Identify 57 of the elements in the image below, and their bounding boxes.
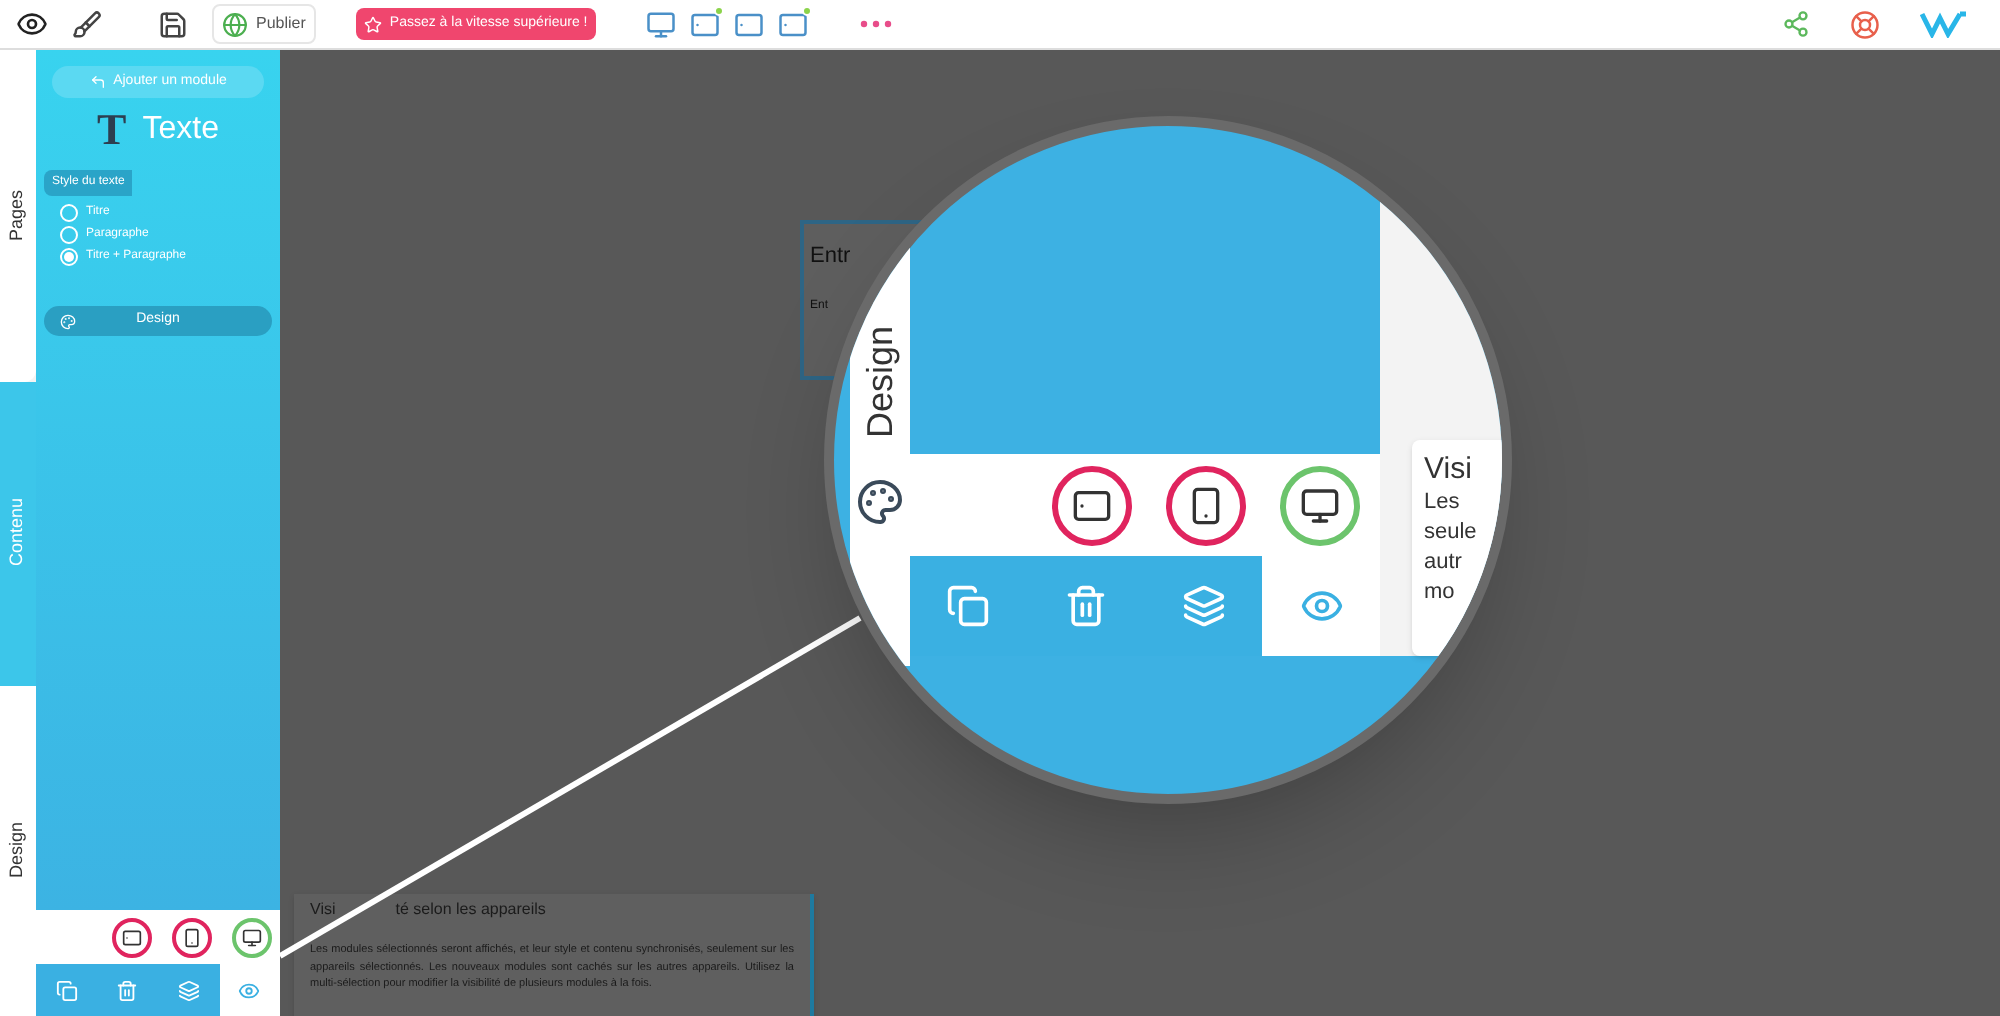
tablet-icon [734, 9, 765, 39]
eye-icon [238, 979, 261, 1001]
radio-button[interactable] [60, 204, 78, 222]
device-preview-button[interactable] [687, 9, 724, 39]
globe-icon [222, 11, 248, 37]
tablet-icon [778, 9, 809, 39]
radio-button[interactable] [60, 248, 78, 266]
monitor-icon [646, 9, 677, 39]
tooltip-text: mo [1424, 578, 1455, 608]
tablet-icon [1072, 485, 1112, 525]
share-icon[interactable] [1782, 10, 1810, 38]
action-button[interactable] [1262, 556, 1380, 656]
tooltip-title: Visi [310, 900, 336, 918]
device-preview-button[interactable] [731, 9, 768, 39]
tooltip-title: té selon les appareils [395, 900, 546, 918]
device-toggle[interactable] [232, 917, 272, 957]
more-icon[interactable] [859, 20, 892, 28]
module-logo: T [97, 108, 127, 152]
side-tab[interactable]: Design [0, 685, 36, 1016]
tooltip-text: Les [1424, 488, 1460, 518]
module-heading: Entr [810, 242, 851, 272]
radio-button[interactable] [60, 226, 78, 244]
device-toggle[interactable] [1166, 465, 1246, 545]
trash-icon [116, 979, 139, 1001]
device-preview-button[interactable] [643, 9, 680, 39]
tablet-icon [122, 927, 142, 947]
device-toggle[interactable] [1052, 465, 1132, 545]
tablet-icon [690, 9, 721, 39]
layers-icon [177, 979, 200, 1001]
publish-button[interactable]: Publier [212, 4, 316, 44]
tooltip-text: autr [1424, 548, 1462, 578]
device-toggle[interactable] [172, 917, 212, 957]
copy-icon [946, 584, 991, 628]
phone-icon [182, 927, 202, 947]
save-icon[interactable] [158, 9, 188, 39]
module-title: Texte [142, 110, 219, 150]
device-toggle[interactable] [112, 917, 152, 957]
trash-icon [1064, 584, 1109, 628]
monitor-icon [1300, 485, 1340, 525]
palette-icon [60, 313, 76, 329]
brush-icon[interactable] [72, 9, 102, 39]
copy-icon [55, 979, 78, 1001]
device-preview-button[interactable] [775, 9, 812, 39]
layers-icon [1181, 584, 1226, 628]
back-arrow-icon [89, 74, 106, 90]
monitor-icon [242, 927, 262, 947]
tooltip-text: seule [1424, 518, 1477, 548]
side-tab[interactable]: Design [860, 326, 900, 439]
logo-icon[interactable] [1920, 10, 1968, 38]
action-button[interactable] [36, 964, 97, 1016]
star-icon [363, 15, 382, 33]
side-tab[interactable]: Pages [0, 50, 36, 381]
help-icon[interactable] [1850, 9, 1880, 39]
palette-icon [856, 478, 904, 527]
device-toggle[interactable] [1280, 465, 1360, 545]
preview-icon[interactable] [16, 8, 48, 40]
tooltip-title: Visi [1424, 452, 1472, 488]
